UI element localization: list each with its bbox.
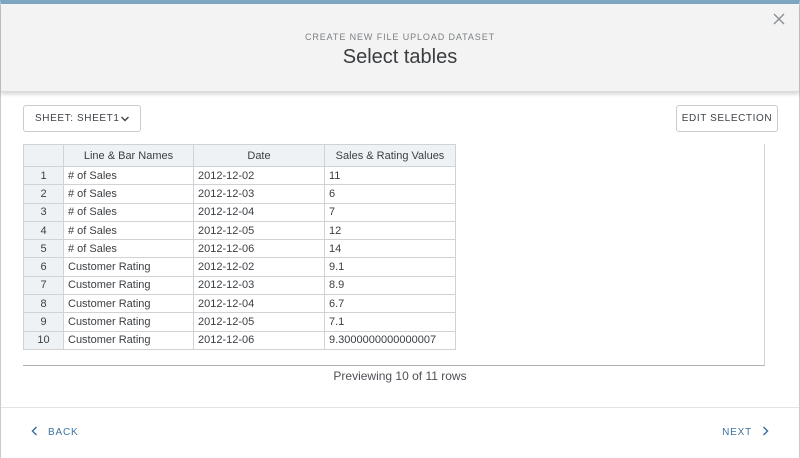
table-cell: # of Sales (63, 239, 194, 259)
column-header[interactable]: Sales & Rating Values (324, 144, 456, 167)
table-cell: 2012-12-04 (193, 294, 325, 314)
chevron-right-icon (762, 426, 769, 439)
edit-selection-button[interactable]: EDIT SELECTION (676, 105, 778, 132)
upload-dataset-modal: CREATE NEW FILE UPLOAD DATASET Select ta… (0, 0, 800, 458)
preview-table: Line & Bar Names Date Sales & Rating Val… (23, 144, 456, 350)
table-cell: 6.7 (324, 294, 456, 314)
row-index: 2 (23, 184, 64, 204)
column-header[interactable]: Line & Bar Names (63, 144, 194, 167)
chevron-left-icon (31, 426, 38, 439)
table-cell: 2012-12-05 (193, 312, 325, 332)
table-cell: Customer Rating (63, 257, 194, 277)
back-button[interactable]: BACK (31, 426, 78, 439)
table-cell: 9.3000000000000007 (324, 330, 456, 350)
sheet-select-label: SHEET: SHEET1 (35, 113, 120, 124)
table-cell: 8.9 (324, 275, 456, 296)
preview-table-container[interactable]: Line & Bar Names Date Sales & Rating Val… (23, 144, 765, 366)
row-index: 1 (23, 165, 64, 186)
table-cell: 12 (324, 220, 456, 241)
modal-subtitle: CREATE NEW FILE UPLOAD DATASET (304, 32, 496, 42)
row-index: 7 (23, 275, 64, 296)
table-cell: 2012-12-03 (193, 275, 325, 296)
table-row[interactable]: 8 Customer Rating 2012-12-04 6.7 (23, 294, 456, 314)
row-index: 6 (23, 257, 64, 277)
table-cell: 7.1 (324, 312, 456, 332)
table-cell: 2012-12-04 (193, 202, 325, 222)
row-index: 9 (23, 312, 64, 332)
table-cell: Customer Rating (63, 330, 194, 350)
table-cell: # of Sales (63, 202, 194, 222)
table-cell: 2012-12-02 (193, 165, 325, 186)
table-cell: # of Sales (63, 220, 194, 241)
row-index: 3 (23, 202, 64, 222)
table-row[interactable]: 4 # of Sales 2012-12-05 12 (23, 220, 456, 241)
modal-header: CREATE NEW FILE UPLOAD DATASET Select ta… (1, 4, 799, 92)
table-row[interactable]: 10 Customer Rating 2012-12-06 9.30000000000… (23, 330, 456, 350)
table-cell: Customer Rating (63, 275, 194, 296)
close-icon[interactable] (771, 11, 787, 27)
table-cell: Customer Rating (63, 312, 194, 332)
footer-divider (1, 407, 799, 408)
sheet-select-dropdown[interactable]: SHEET: SHEET1 (23, 105, 141, 132)
row-index: 8 (23, 294, 64, 314)
table-cell: 7 (324, 202, 456, 222)
table-cell: 14 (324, 239, 456, 259)
table-cell: 11 (324, 165, 456, 186)
back-label: BACK (48, 427, 79, 438)
table-row[interactable]: 5 # of Sales 2012-12-06 14 (23, 239, 456, 259)
table-row[interactable]: 9 Customer Rating 2012-12-05 7.1 (23, 312, 456, 332)
next-button[interactable]: NEXT (722, 426, 769, 439)
table-cell: 2012-12-06 (193, 330, 325, 350)
table-cell: Customer Rating (63, 294, 194, 314)
table-cell: 9.1 (324, 257, 456, 277)
table-cell: # of Sales (63, 184, 194, 204)
table-header-row: Line & Bar Names Date Sales & Rating Val… (23, 144, 456, 167)
table-row[interactable]: 6 Customer Rating 2012-12-02 9.1 (23, 257, 456, 277)
table-cell: # of Sales (63, 165, 194, 186)
chevron-down-icon (120, 115, 130, 126)
table-cell: 6 (324, 184, 456, 204)
row-index: 5 (23, 239, 64, 259)
row-index: 4 (23, 220, 64, 241)
row-index-header (23, 144, 64, 167)
table-row[interactable]: 1 # of Sales 2012-12-02 11 (23, 165, 456, 186)
table-row[interactable]: 7 Customer Rating 2012-12-03 8.9 (23, 275, 456, 296)
table-cell: 2012-12-02 (193, 257, 325, 277)
table-cell: 2012-12-03 (193, 184, 325, 204)
table-cell: 2012-12-05 (193, 220, 325, 241)
column-header[interactable]: Date (193, 144, 325, 167)
next-label: NEXT (722, 427, 752, 438)
table-cell: 2012-12-06 (193, 239, 325, 259)
preview-row-count: Previewing 10 of 11 rows (333, 369, 467, 383)
row-index: 10 (23, 330, 64, 350)
modal-title: Select tables (342, 46, 458, 68)
table-row[interactable]: 2 # of Sales 2012-12-03 6 (23, 184, 456, 204)
table-row[interactable]: 3 # of Sales 2012-12-04 7 (23, 202, 456, 222)
